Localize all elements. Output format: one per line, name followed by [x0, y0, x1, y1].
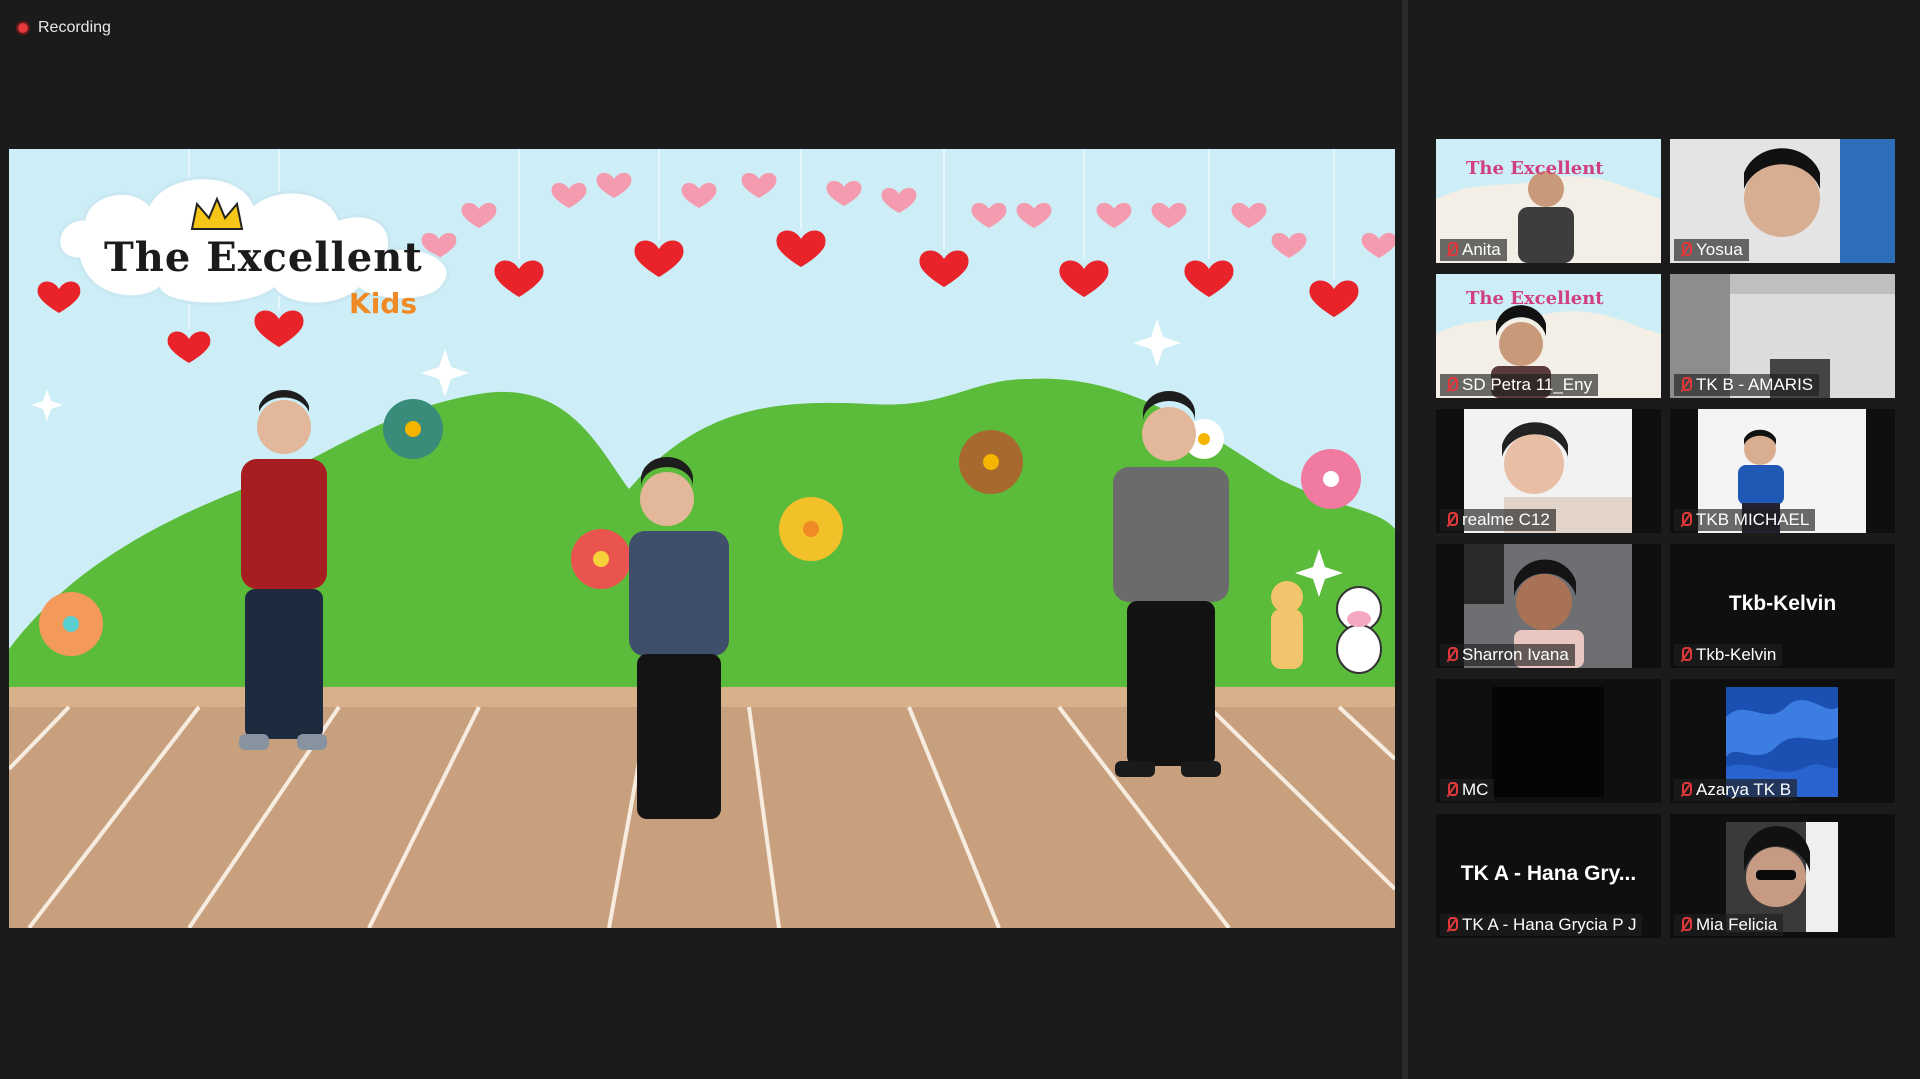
mic-muted-icon	[1444, 781, 1458, 799]
participant-name-bar: MC	[1440, 779, 1495, 801]
participant-name: TK A - Hana Grycia P J	[1462, 915, 1637, 934]
participant-tile[interactable]: Yosua	[1670, 139, 1895, 263]
participant-tile[interactable]: Sharron Ivana	[1436, 544, 1661, 668]
participant-name-bar: Azarya TK B	[1674, 779, 1798, 801]
participant-name-bar: SD Petra 11_Eny	[1440, 374, 1599, 396]
mic-muted-icon	[1444, 376, 1458, 394]
participant-name-bar: Yosua	[1674, 239, 1749, 261]
svg-text:The Excellent: The Excellent	[1466, 158, 1604, 179]
brand-logo: The Excellent Kids	[49, 169, 469, 344]
participant-name: SD Petra 11_Eny	[1462, 375, 1593, 394]
panel-divider[interactable]	[1402, 0, 1408, 1079]
participant-tile[interactable]: The Excellent Anita	[1436, 139, 1661, 263]
participant-name: TKB MICHAEL	[1696, 510, 1810, 529]
brand-subtitle: Kids	[349, 287, 418, 320]
mic-muted-icon	[1678, 241, 1692, 259]
participant-tile[interactable]: MC	[1436, 679, 1661, 803]
mic-muted-icon	[1444, 241, 1458, 259]
participant-name: Sharron Ivana	[1462, 645, 1569, 664]
brand-title: The Excellent	[104, 234, 423, 281]
mic-muted-icon	[1678, 646, 1692, 664]
mic-muted-icon	[1678, 376, 1692, 394]
participant-name-bar: TK B - AMARIS	[1674, 374, 1820, 396]
participant-name-bar: realme C12	[1440, 509, 1556, 531]
participant-name: Tkb-Kelvin	[1696, 645, 1777, 664]
record-dot-icon	[16, 21, 30, 35]
participant-name: Mia Felicia	[1696, 915, 1778, 934]
participant-tile[interactable]: TK B - AMARIS	[1670, 274, 1895, 398]
recording-label: Recording	[38, 19, 111, 36]
mic-muted-icon	[1444, 646, 1458, 664]
mic-muted-icon	[1678, 511, 1692, 529]
participant-name-bar: Anita	[1440, 239, 1507, 261]
participant-name-bar: Tkb-Kelvin	[1674, 644, 1783, 666]
participant-name-bar: TKB MICHAEL	[1674, 509, 1816, 531]
participant-tile[interactable]: TKB MICHAEL	[1670, 409, 1895, 533]
participant-name-bar: Sharron Ivana	[1440, 644, 1575, 666]
mic-muted-icon	[1444, 511, 1458, 529]
participant-name: Anita	[1462, 240, 1501, 259]
video-off-name: Tkb-Kelvin	[1728, 592, 1837, 615]
crown-icon	[190, 196, 244, 230]
participant-name-bar: TK A - Hana Grycia P J	[1440, 914, 1643, 936]
participant-name: Azarya TK B	[1696, 780, 1792, 799]
giraffe-icon	[1271, 581, 1303, 669]
participant-name-bar: Mia Felicia	[1674, 914, 1784, 936]
participant-name: Yosua	[1696, 240, 1743, 259]
mic-muted-icon	[1444, 916, 1458, 934]
participant-tile[interactable]: TK A - Hana Gry... TK A - Hana Grycia P …	[1436, 814, 1661, 938]
video-off-name: TK A - Hana Gry...	[1460, 862, 1637, 885]
participant-tile[interactable]: Azarya TK B	[1670, 679, 1895, 803]
participant-tile[interactable]: Mia Felicia	[1670, 814, 1895, 938]
recording-indicator[interactable]: Recording	[16, 16, 111, 40]
participant-name: TK B - AMARIS	[1696, 375, 1814, 394]
active-speaker-video[interactable]: The Excellent Kids	[9, 149, 1395, 928]
participant-tile[interactable]: Tkb-Kelvin Tkb-Kelvin	[1670, 544, 1895, 668]
participant-tile[interactable]: realme C12	[1436, 409, 1661, 533]
svg-text:The Excellent: The Excellent	[1466, 288, 1604, 309]
mic-muted-icon	[1678, 781, 1692, 799]
participant-name: MC	[1462, 780, 1489, 799]
mic-muted-icon	[1678, 916, 1692, 934]
participant-tile[interactable]: The Excellent SD Petra 11_Eny	[1436, 274, 1661, 398]
participant-name: realme C12	[1462, 510, 1550, 529]
video-thumbnail	[1492, 687, 1604, 797]
